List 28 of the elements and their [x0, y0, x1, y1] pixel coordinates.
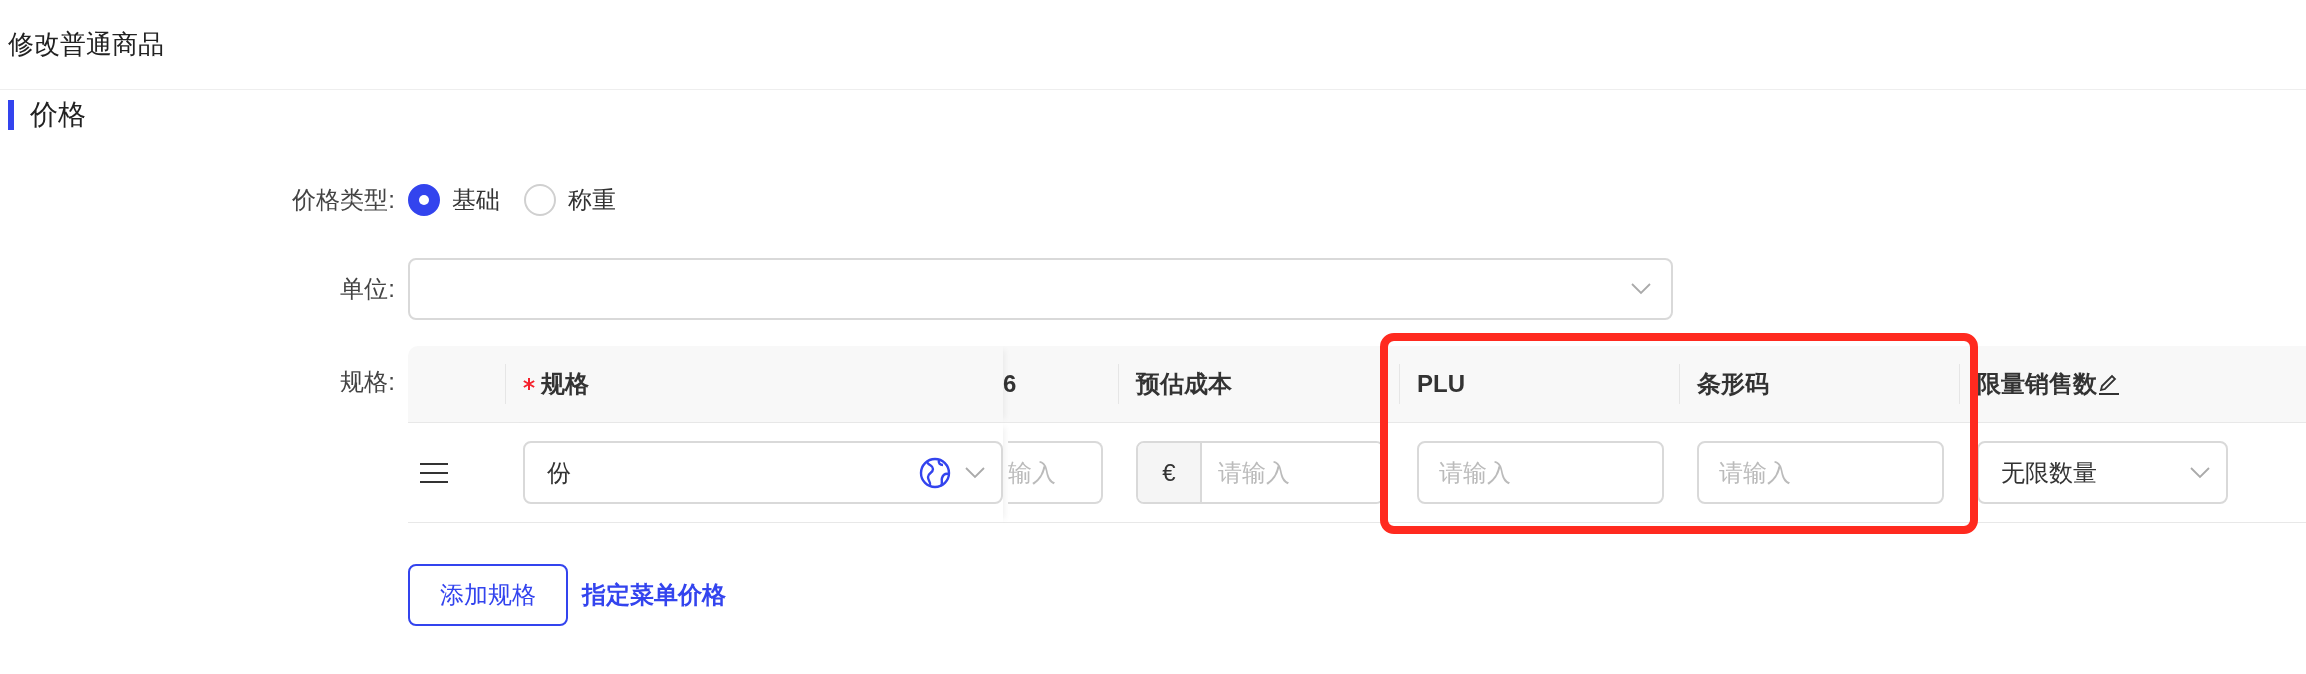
required-icon — [523, 378, 535, 390]
column-header: 规格 — [541, 369, 589, 399]
drag-handle-icon[interactable] — [420, 461, 448, 484]
section-marker — [8, 100, 14, 130]
section-title: 价格 — [30, 98, 86, 132]
column-header: 限量销售数 — [1977, 369, 2097, 399]
chevron-down-icon — [1631, 283, 1651, 295]
input-field[interactable]: 请输入 — [1417, 441, 1664, 504]
chevron-down-icon — [2190, 466, 2210, 479]
page-title: 修改普通商品 — [8, 28, 164, 61]
column-header: 条形码 — [1697, 369, 1769, 399]
field-label: 单位: — [339, 274, 396, 304]
radio-button[interactable] — [408, 184, 440, 216]
input-field[interactable]: 输入 — [1008, 441, 1103, 504]
field-label: 规格: — [339, 367, 396, 397]
radio-label[interactable]: 基础 — [452, 184, 500, 216]
input-field[interactable]: 请输入 — [1697, 441, 1944, 504]
chevron-down-icon — [965, 466, 985, 479]
column-header: PLU — [1417, 370, 1465, 398]
add-spec-button[interactable]: 添加规格 — [408, 564, 568, 626]
menu-price-link[interactable]: 指定菜单价格 — [582, 579, 726, 611]
column-header: 预估成本 — [1136, 369, 1232, 399]
radio-label[interactable]: 称重 — [568, 184, 616, 216]
column-header: 6 — [1003, 370, 1017, 398]
select-field[interactable]: 无限数量 — [1977, 441, 2228, 504]
select-field[interactable]: 份 — [523, 441, 1003, 504]
field-label: 价格类型: — [291, 185, 396, 215]
edit-icon[interactable] — [2097, 372, 2121, 396]
